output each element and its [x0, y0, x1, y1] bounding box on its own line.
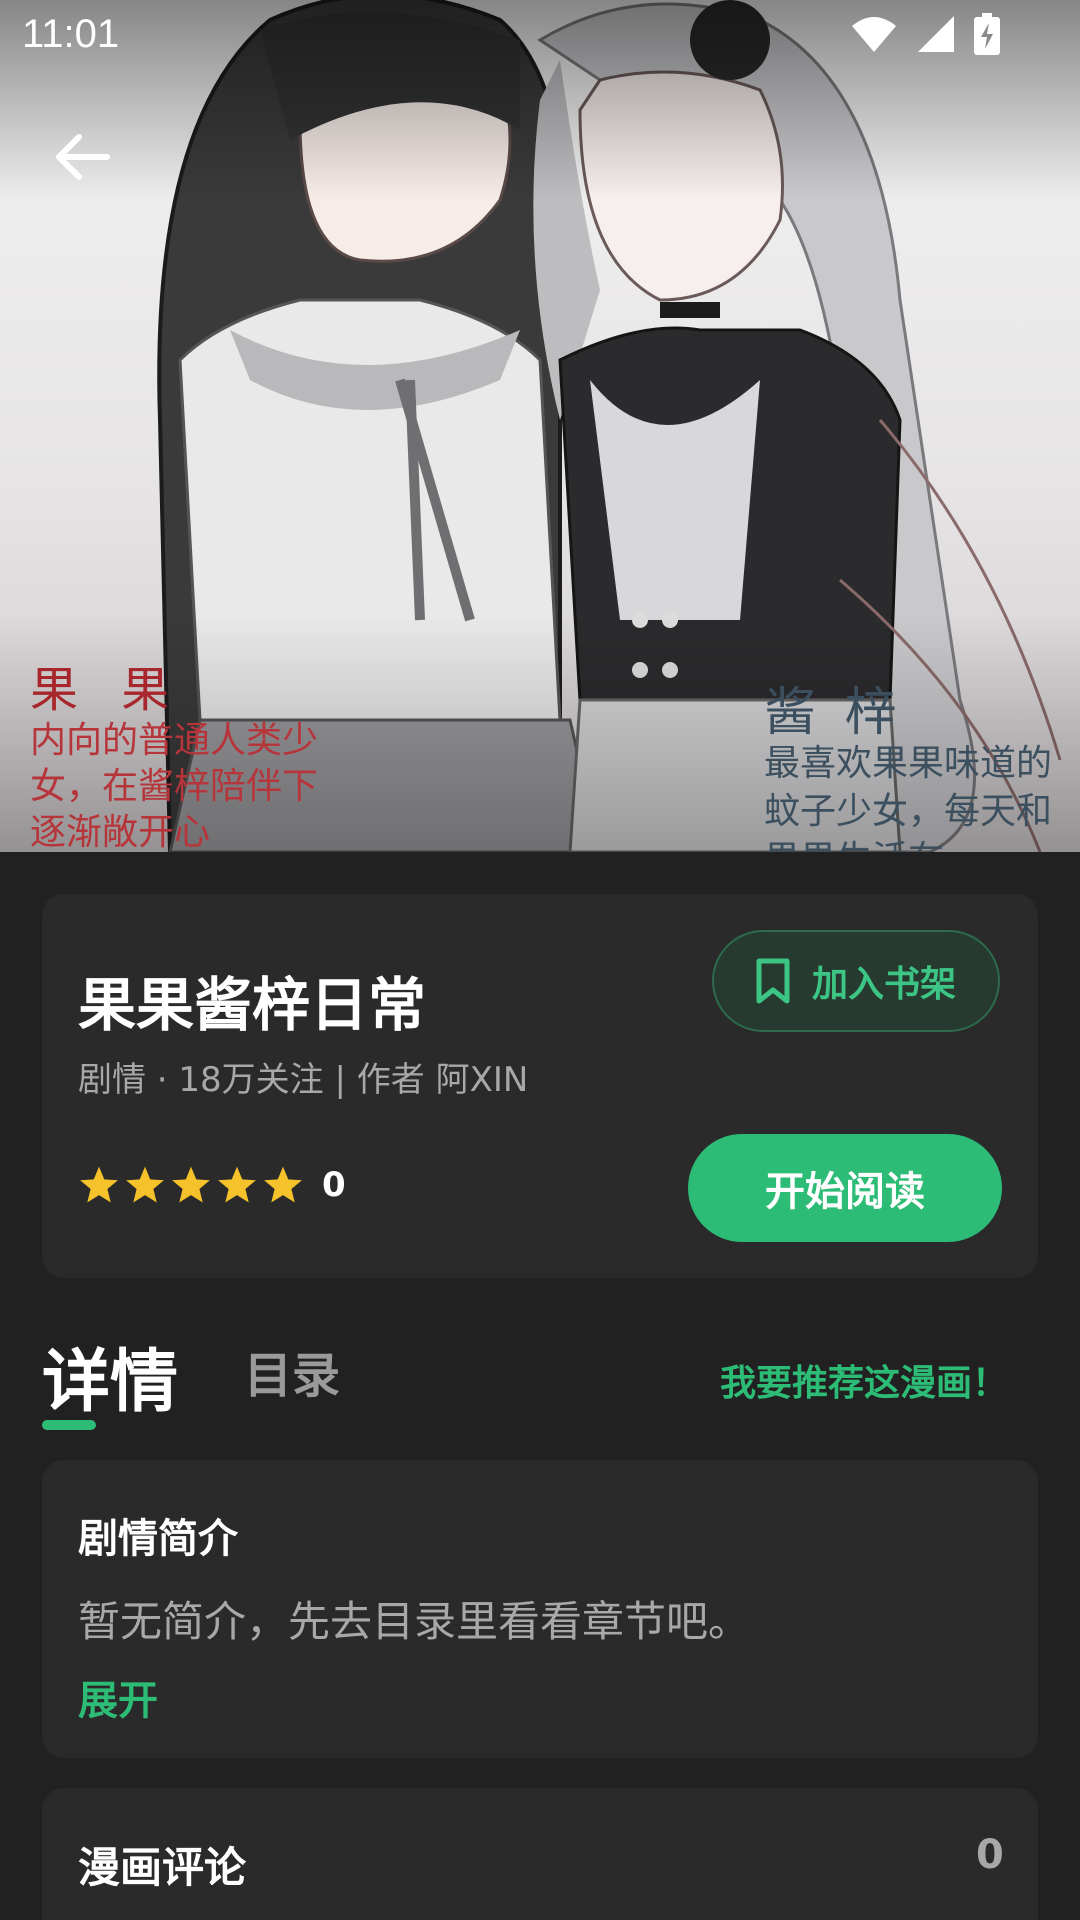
- status-time: 11:01: [22, 12, 120, 56]
- wifi-icon: [852, 17, 896, 52]
- add-to-bookshelf-label: 加入书架: [811, 964, 956, 1005]
- cover-caption-left-name: 果 果: [30, 662, 184, 718]
- cover-caption-left-description: 内向的普通人类少女，在酱梓陪伴下逐渐敞开心: [30, 720, 319, 852]
- arrow-back-icon: [56, 134, 110, 180]
- tab-detail[interactable]: 详情: [42, 1326, 178, 1425]
- star-icon: [172, 1166, 210, 1203]
- star-icon: [264, 1166, 302, 1203]
- tab-active-indicator: [42, 1420, 96, 1430]
- synopsis-expand-button[interactable]: 展开: [78, 1668, 158, 1726]
- start-reading-button[interactable]: 开始阅读: [688, 1134, 1002, 1242]
- star-icon: [80, 1166, 118, 1203]
- rating-score: 0: [322, 1165, 346, 1205]
- synopsis-title: 剧情简介: [78, 1516, 238, 1562]
- comments-title: 漫画评论: [78, 1843, 247, 1892]
- cover-caption-right-name: 酱 梓: [764, 683, 903, 743]
- synopsis-text: 暂无简介，先去目录里看看章节吧。: [78, 1597, 751, 1646]
- comments-count: 0: [976, 1832, 1004, 1878]
- bookmark-icon: [756, 958, 790, 1004]
- start-reading-label: 开始阅读: [765, 1169, 925, 1215]
- status-bar: 11:01: [0, 0, 1080, 72]
- add-to-bookshelf-button[interactable]: 加入书架: [712, 930, 1000, 1032]
- cover-image: 果 果 内向的普通人类少女，在酱梓陪伴下逐渐敞开心 酱 梓 最喜欢果果味道的蚊子…: [0, 0, 1080, 852]
- comic-meta: 剧情 · 18万关注 | 作者 阿XIN: [78, 1060, 529, 1100]
- recommend-comic-link[interactable]: 我要推荐这漫画！: [720, 1354, 1008, 1406]
- signal-icon: [918, 16, 954, 52]
- comic-title: 果果酱梓日常: [78, 971, 427, 1039]
- star-icon: [126, 1166, 164, 1203]
- rating-stars: 0: [78, 1164, 346, 1206]
- battery-charging-icon: [974, 13, 1000, 55]
- comic-detail-screen: 果 果 内向的普通人类少女，在酱梓陪伴下逐渐敞开心 酱 梓 最喜欢果果味道的蚊子…: [0, 0, 1080, 1920]
- star-icon: [218, 1166, 256, 1203]
- status-icons: [850, 13, 1000, 55]
- tab-table-of-contents[interactable]: 目录: [244, 1336, 340, 1406]
- back-button[interactable]: [48, 122, 118, 192]
- cover-caption-right-description: 最喜欢果果味道的蚊子少女，每天和果果生活在: [764, 743, 1053, 852]
